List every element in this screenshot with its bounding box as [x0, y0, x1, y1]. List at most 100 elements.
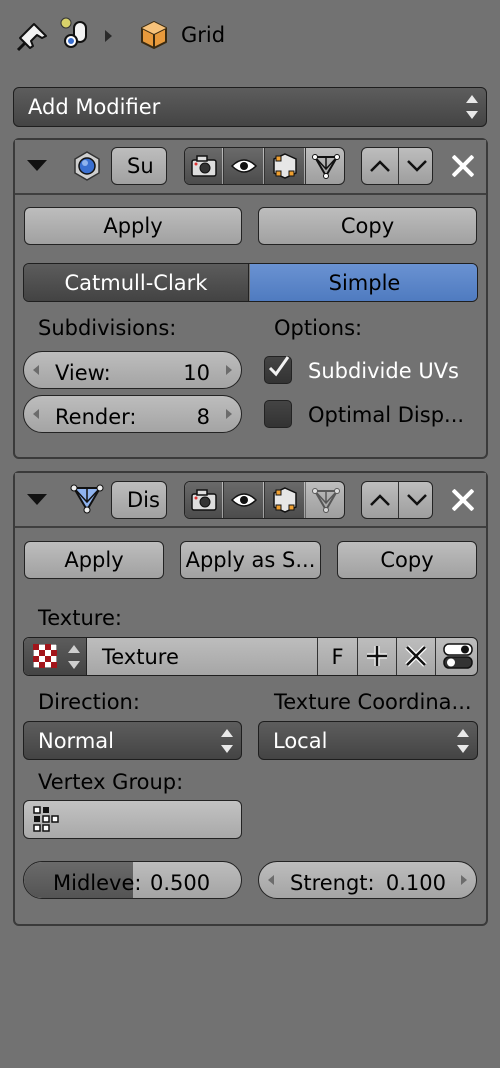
apply-button[interactable]: Apply: [24, 541, 164, 579]
add-modifier-dropdown[interactable]: Add Modifier: [13, 87, 487, 127]
cage-toggle-button[interactable]: [305, 148, 344, 184]
catmull-clark-label: Catmull-Clark: [64, 270, 208, 295]
add-modifier-label: Add Modifier: [28, 95, 161, 119]
x-icon: [405, 645, 427, 667]
chevron-down-icon: [406, 494, 427, 506]
camera-icon: [190, 155, 217, 177]
strength-field[interactable]: Strengt: 0.100: [258, 861, 477, 899]
modifier-name-text: Dis: [127, 488, 160, 512]
texture-label: Texture:: [38, 606, 122, 630]
increment-arrow-icon[interactable]: [226, 409, 232, 419]
chevron-down-icon: [406, 160, 427, 172]
texture-properties-button[interactable]: [435, 638, 477, 675]
breadcrumb-arrow-icon: [105, 30, 112, 42]
decrement-arrow-icon[interactable]: [33, 365, 39, 375]
copy-button[interactable]: Copy: [258, 207, 477, 245]
checker-texture-icon: [33, 644, 57, 668]
apply-as-shape-button[interactable]: Apply as S...: [180, 541, 321, 579]
triangle-vertices-icon: [312, 154, 340, 179]
texture-selector: Texture F: [23, 637, 478, 676]
subdivide-uvs-label[interactable]: Subdivide UVs: [308, 361, 459, 382]
simple-option[interactable]: Simple: [250, 264, 477, 301]
texture-browse-button[interactable]: [24, 638, 87, 675]
dropdown-arrows-icon: [457, 728, 469, 754]
direction-value: Normal: [38, 728, 114, 753]
editmode-toggle-button[interactable]: [264, 148, 304, 184]
render-levels-field[interactable]: Render: 8: [23, 395, 242, 433]
dropdown-arrows-icon: [466, 94, 478, 120]
midlevel-label: Midleve:: [53, 871, 142, 895]
vertex-group-label: Vertex Group:: [38, 770, 184, 794]
camera-icon: [190, 489, 217, 511]
direction-dropdown[interactable]: Normal: [23, 721, 242, 760]
remove-modifier-close-icon[interactable]: [450, 153, 476, 179]
data-icon[interactable]: [58, 16, 92, 50]
move-down-button[interactable]: [398, 148, 432, 184]
fake-user-button[interactable]: F: [317, 638, 357, 675]
triangle-vertices-icon: [312, 488, 340, 513]
texture-name-field[interactable]: Texture: [102, 647, 179, 668]
midlevel-value: 0.500: [150, 871, 211, 895]
render-toggle-button[interactable]: [185, 148, 222, 184]
subdivide-uvs-checkbox[interactable]: [264, 356, 292, 384]
viewport-toggle-button[interactable]: [223, 148, 263, 184]
catmull-clark-option[interactable]: Catmull-Clark: [24, 264, 249, 301]
new-texture-button[interactable]: [357, 638, 396, 675]
subdivision-type-selector: Catmull-Clark Simple: [23, 263, 478, 302]
visibility-toggle-group: [184, 481, 345, 519]
subsurf-modifier-icon: [73, 151, 101, 181]
remove-modifier-close-icon[interactable]: [450, 487, 476, 513]
browse-arrows-icon: [68, 644, 80, 670]
render-value: 8: [196, 405, 210, 429]
move-down-button[interactable]: [398, 482, 432, 518]
chevron-up-icon: [370, 160, 390, 172]
apply-label: Apply: [64, 548, 124, 572]
render-toggle-button[interactable]: [185, 482, 222, 518]
increment-arrow-icon[interactable]: [461, 875, 467, 885]
move-up-button[interactable]: [362, 482, 398, 518]
view-levels-field[interactable]: View: 10: [23, 351, 242, 389]
view-value: 10: [183, 361, 210, 385]
decrement-arrow-icon[interactable]: [33, 409, 39, 419]
increment-arrow-icon[interactable]: [226, 365, 232, 375]
displace-modifier-icon: [70, 482, 104, 516]
modifier-name-field[interactable]: Su: [111, 147, 167, 185]
copy-label: Copy: [340, 214, 395, 238]
texture-coordinates-dropdown[interactable]: Local: [258, 721, 478, 760]
collapse-triangle-icon[interactable]: [27, 160, 47, 171]
cube-icon: [140, 20, 168, 50]
unlink-texture-button[interactable]: [396, 638, 435, 675]
move-buttons-group: [361, 481, 433, 519]
texture-coordinates-value: Local: [273, 728, 328, 753]
cage-toggle-button[interactable]: [305, 482, 344, 518]
strength-label: Strengt:: [290, 871, 375, 895]
chevron-up-icon: [370, 494, 390, 506]
pin-icon[interactable]: [16, 20, 50, 52]
copy-button[interactable]: Copy: [337, 541, 477, 579]
editmode-cube-icon: [272, 153, 297, 179]
plus-icon: [367, 646, 387, 666]
optimal-display-checkbox[interactable]: [264, 400, 292, 428]
decrement-arrow-icon[interactable]: [268, 875, 274, 885]
editmode-cube-icon: [272, 487, 297, 513]
editmode-toggle-button[interactable]: [264, 482, 304, 518]
collapse-triangle-icon[interactable]: [27, 494, 47, 505]
view-label: View:: [55, 361, 111, 385]
modifier-name-field[interactable]: Dis: [111, 481, 167, 519]
strength-value: 0.100: [385, 871, 446, 895]
move-up-button[interactable]: [362, 148, 398, 184]
subdivisions-label: Subdivisions:: [38, 316, 177, 340]
apply-button[interactable]: Apply: [24, 207, 242, 245]
midlevel-slider[interactable]: Midleve: 0.500: [23, 861, 242, 899]
object-name: Grid: [181, 23, 226, 47]
dropdown-arrows-icon: [221, 728, 233, 754]
optimal-display-label[interactable]: Optimal Disp...: [308, 405, 464, 426]
texture-coordinates-label: Texture Coordina...: [274, 690, 472, 714]
vertex-group-field[interactable]: [23, 800, 242, 839]
fake-user-label: F: [331, 644, 344, 669]
render-label: Render:: [55, 405, 137, 429]
options-label: Options:: [274, 316, 363, 340]
viewport-toggle-button[interactable]: [223, 482, 263, 518]
copy-label: Copy: [380, 548, 434, 572]
eye-icon: [230, 159, 257, 173]
